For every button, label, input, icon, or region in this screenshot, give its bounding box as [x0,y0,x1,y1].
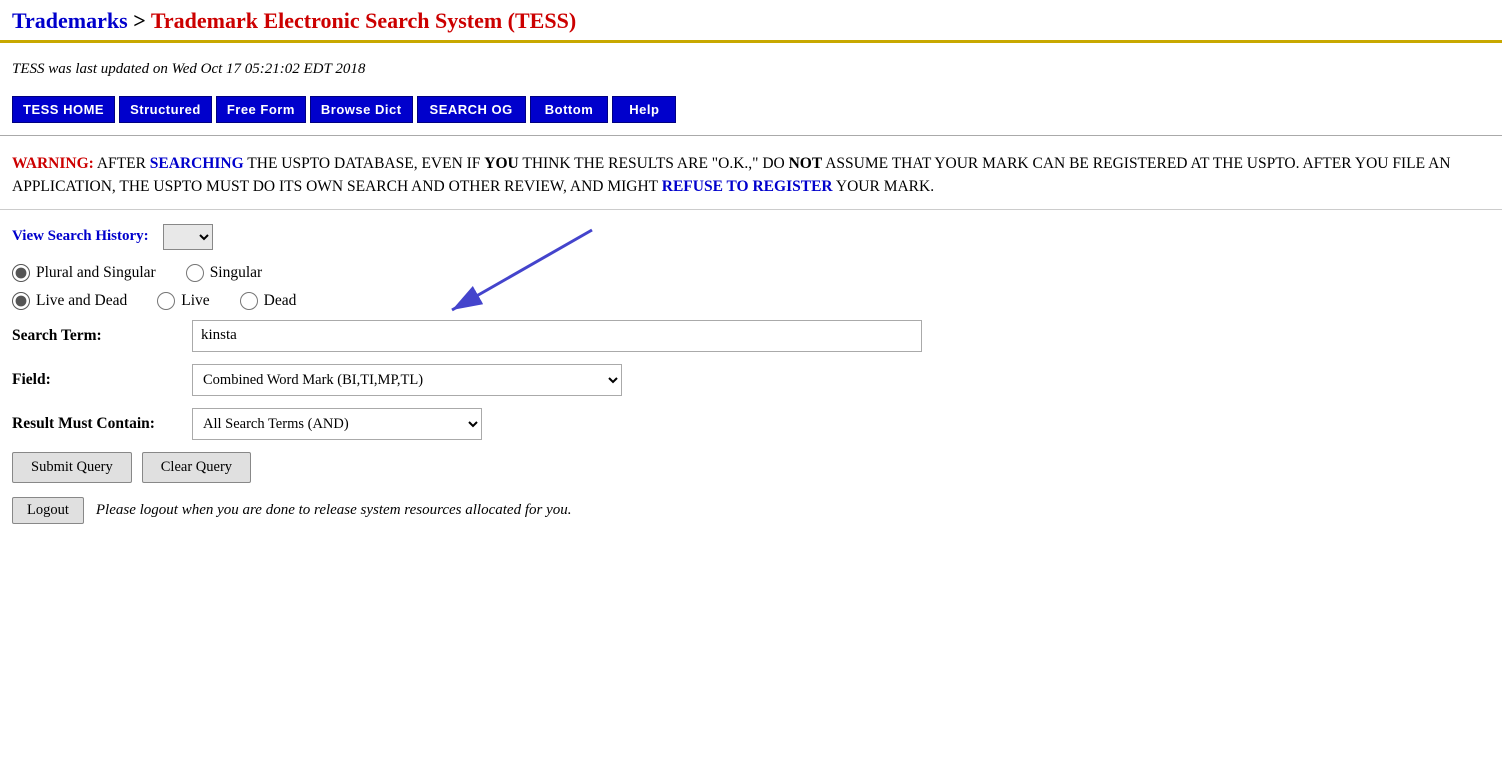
live-option[interactable]: Live [157,292,209,310]
nav-structured-button[interactable]: Structured [119,96,212,123]
page-title: Trademarks > Trademark Electronic Search… [12,8,1490,34]
singular-radio[interactable] [186,264,204,282]
result-must-contain-label: Result Must Contain: [12,415,192,433]
you-text: YOU [484,155,518,172]
page-header: Trademarks > Trademark Electronic Search… [0,0,1502,43]
field-label: Field: [12,371,192,389]
nav-bottom-button[interactable]: Bottom [530,96,609,123]
clear-query-button[interactable]: Clear Query [142,452,251,483]
dead-option[interactable]: Dead [240,292,297,310]
search-term-row: Search Term: [12,320,1490,352]
nav-bar: TESS HOME Structured Free Form Browse Di… [0,88,1502,136]
singular-label: Singular [210,264,263,282]
singular-option[interactable]: Singular [186,264,263,282]
live-radio[interactable] [157,292,175,310]
refuse-link: REFUSE TO REGISTER [662,178,833,195]
nav-free-form-button[interactable]: Free Form [216,96,306,123]
logout-notice: Please logout when you are done to relea… [96,502,572,519]
submit-query-button[interactable]: Submit Query [12,452,132,483]
search-term-input-container [192,320,922,352]
plural-singular-group: Plural and Singular Singular [12,264,1490,282]
warning-label: WARNING: [12,155,94,172]
nav-search-og-button[interactable]: SEARCH OG [417,96,526,123]
searching-link: SEARCHING [150,155,244,172]
warning-section: WARNING: AFTER SEARCHING THE USPTO DATAB… [0,136,1502,210]
live-dead-label: Live and Dead [36,292,127,310]
search-term-label: Search Term: [12,327,192,345]
search-form-section: View Search History: Plural and Singular… [0,210,1502,538]
dead-label: Dead [264,292,297,310]
view-history-label: View Search History: [12,228,149,245]
field-row: Field: Combined Word Mark (BI,TI,MP,TL) … [12,364,1490,396]
plural-singular-radio[interactable] [12,264,30,282]
warning-text: WARNING: AFTER SEARCHING THE USPTO DATAB… [12,152,1490,199]
update-notice: TESS was last updated on Wed Oct 17 05:2… [0,43,1502,88]
live-label: Live [181,292,209,310]
query-button-row: Submit Query Clear Query [12,452,1490,483]
view-history-row: View Search History: [12,224,1490,250]
logout-button[interactable]: Logout [12,497,84,524]
trademarks-text: Trademarks [12,8,128,33]
live-dead-radio[interactable] [12,292,30,310]
not-text: NOT [789,155,823,172]
view-history-select[interactable] [163,224,213,250]
result-must-contain-row: Result Must Contain: All Search Terms (A… [12,408,1490,440]
logout-row: Logout Please logout when you are done t… [12,497,1490,524]
plural-singular-label: Plural and Singular [36,264,156,282]
tess-title-text: Trademark Electronic Search System (TESS… [151,8,576,33]
live-dead-option[interactable]: Live and Dead [12,292,127,310]
nav-help-button[interactable]: Help [612,96,676,123]
separator-text: > [128,8,151,33]
plural-singular-option[interactable]: Plural and Singular [12,264,156,282]
dead-radio[interactable] [240,292,258,310]
result-must-contain-select[interactable]: All Search Terms (AND) Any Search Terms … [192,408,482,440]
search-term-input[interactable] [192,320,922,352]
live-dead-group: Live and Dead Live Dead [12,292,1490,310]
field-select[interactable]: Combined Word Mark (BI,TI,MP,TL) Basic I… [192,364,622,396]
nav-browse-dict-button[interactable]: Browse Dict [310,96,413,123]
nav-tess-home-button[interactable]: TESS HOME [12,96,115,123]
